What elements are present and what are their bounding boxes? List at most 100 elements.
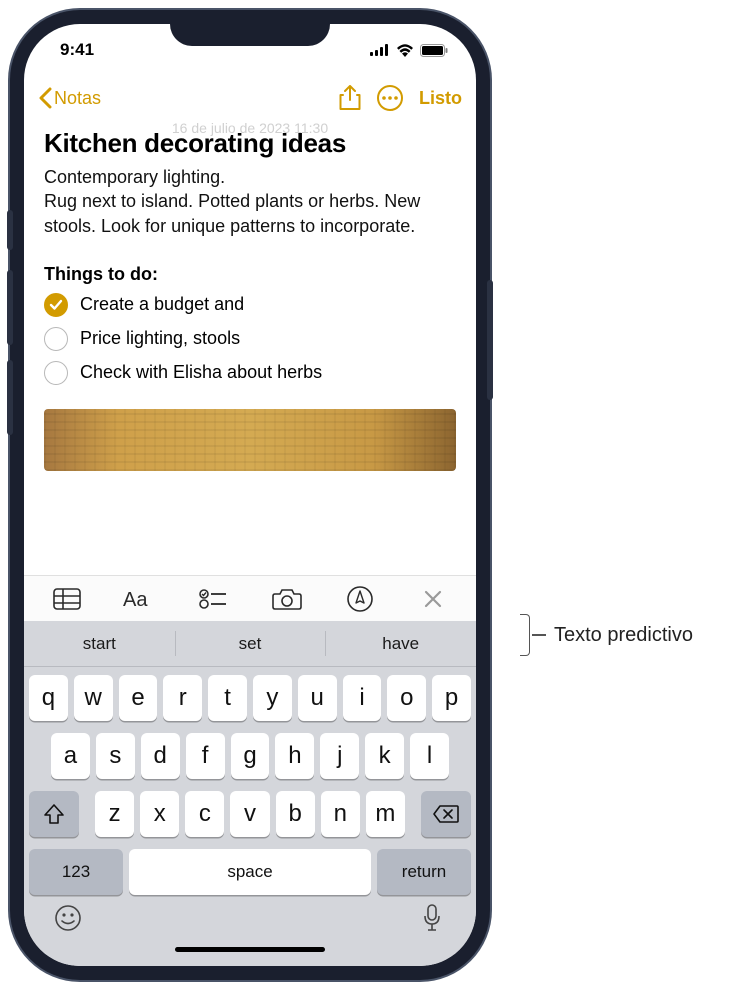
battery-icon: [420, 44, 448, 57]
format-button[interactable]: Aa: [122, 581, 158, 617]
mute-switch: [7, 210, 13, 250]
volume-up: [7, 270, 13, 345]
mic-icon: [423, 904, 441, 932]
camera-button[interactable]: [269, 581, 305, 617]
shift-key[interactable]: [29, 791, 79, 837]
predictive-suggestion[interactable]: start: [24, 621, 175, 666]
emoji-button[interactable]: [53, 903, 83, 933]
backspace-icon: [433, 804, 459, 824]
key-p[interactable]: p: [432, 675, 471, 721]
key-s[interactable]: s: [96, 733, 135, 779]
callout-bracket: [520, 614, 530, 656]
screen: 9:41 Notas Listo 16 de julio: [24, 24, 476, 966]
phone-frame: 9:41 Notas Listo 16 de julio: [10, 10, 490, 980]
key-o[interactable]: o: [387, 675, 426, 721]
note-title[interactable]: Kitchen decorating ideas: [44, 128, 456, 159]
note-body[interactable]: Contemporary lighting. Rug next to islan…: [44, 165, 456, 238]
text-format-icon: Aa: [123, 588, 157, 610]
key-w[interactable]: w: [74, 675, 113, 721]
table-button[interactable]: [49, 581, 85, 617]
checklist-item[interactable]: Check with Elisha about herbs: [44, 361, 456, 385]
key-f[interactable]: f: [186, 733, 225, 779]
svg-text:Aa: Aa: [123, 589, 148, 610]
callout-label: Texto predictivo: [554, 624, 693, 647]
key-n[interactable]: n: [321, 791, 360, 837]
key-j[interactable]: j: [320, 733, 359, 779]
share-button[interactable]: [339, 85, 361, 111]
key-m[interactable]: m: [366, 791, 405, 837]
ellipsis-circle-icon: [377, 85, 403, 111]
note-attached-image[interactable]: [44, 409, 456, 471]
dictation-button[interactable]: [417, 903, 447, 933]
key-g[interactable]: g: [231, 733, 270, 779]
predictive-suggestion[interactable]: set: [175, 621, 326, 666]
keyboard-row-3-keys: zxcvbnm: [95, 791, 405, 837]
notch: [170, 10, 330, 46]
key-u[interactable]: u: [298, 675, 337, 721]
volume-down: [7, 360, 13, 435]
key-d[interactable]: d: [141, 733, 180, 779]
key-z[interactable]: z: [95, 791, 134, 837]
key-t[interactable]: t: [208, 675, 247, 721]
note-subheading[interactable]: Things to do:: [44, 264, 456, 285]
checklist-icon: [199, 588, 227, 610]
home-indicator[interactable]: [175, 947, 325, 952]
more-button[interactable]: [377, 85, 403, 111]
numeric-key[interactable]: 123: [29, 849, 123, 895]
keyboard-row-4: 123 space return: [29, 849, 471, 895]
checklist-item-label: Price lighting, stools: [80, 328, 240, 349]
keyboard-row-3: zxcvbnm: [29, 791, 471, 837]
camera-icon: [272, 588, 302, 610]
checklist-item-label: Create a budget and: [80, 294, 244, 315]
keyboard-bottom-row: [29, 895, 471, 937]
keyboard-row-2: asdfghjkl: [29, 733, 471, 779]
key-c[interactable]: c: [185, 791, 224, 837]
pen-circle-icon: [347, 586, 373, 612]
backspace-key[interactable]: [421, 791, 471, 837]
checkbox-checked-icon[interactable]: [44, 293, 68, 317]
key-i[interactable]: i: [343, 675, 382, 721]
checklist-item[interactable]: Create a budget and: [44, 293, 456, 317]
status-time: 9:41: [60, 40, 94, 60]
keyboard-row-1: qwertyuiop: [29, 675, 471, 721]
key-h[interactable]: h: [275, 733, 314, 779]
chevron-left-icon: [38, 87, 52, 109]
checkbox-icon[interactable]: [44, 327, 68, 351]
cellular-icon: [370, 44, 390, 56]
keyboard-toolbar: Aa: [24, 575, 476, 621]
close-toolbar-button[interactable]: [415, 581, 451, 617]
checklist-item[interactable]: Price lighting, stools: [44, 327, 456, 351]
key-l[interactable]: l: [410, 733, 449, 779]
key-v[interactable]: v: [230, 791, 269, 837]
key-y[interactable]: y: [253, 675, 292, 721]
keyboard: qwertyuiop asdfghjkl zxcvbnm 123 space r…: [24, 667, 476, 966]
status-icons: [370, 44, 448, 57]
share-icon: [339, 85, 361, 111]
checkbox-icon[interactable]: [44, 361, 68, 385]
key-r[interactable]: r: [163, 675, 202, 721]
wifi-icon: [396, 44, 414, 57]
return-key[interactable]: return: [377, 849, 471, 895]
shift-icon: [43, 803, 65, 825]
done-button[interactable]: Listo: [419, 88, 462, 109]
key-e[interactable]: e: [119, 675, 158, 721]
key-b[interactable]: b: [276, 791, 315, 837]
nav-actions: Listo: [339, 85, 462, 111]
back-button[interactable]: Notas: [38, 87, 101, 109]
close-icon: [424, 590, 442, 608]
key-x[interactable]: x: [140, 791, 179, 837]
note-editor[interactable]: Kitchen decorating ideas Contemporary li…: [24, 120, 476, 575]
checklist-item-label: Check with Elisha about herbs: [80, 362, 322, 383]
key-a[interactable]: a: [51, 733, 90, 779]
emoji-icon: [54, 904, 82, 932]
key-k[interactable]: k: [365, 733, 404, 779]
checklist-button[interactable]: [195, 581, 231, 617]
table-icon: [53, 588, 81, 610]
space-key[interactable]: space: [129, 849, 371, 895]
callout-line: [532, 634, 546, 636]
callout-predictive-text: Texto predictivo: [520, 614, 693, 656]
key-q[interactable]: q: [29, 675, 68, 721]
predictive-suggestion[interactable]: have: [325, 621, 476, 666]
markup-button[interactable]: [342, 581, 378, 617]
power-button: [487, 280, 493, 400]
